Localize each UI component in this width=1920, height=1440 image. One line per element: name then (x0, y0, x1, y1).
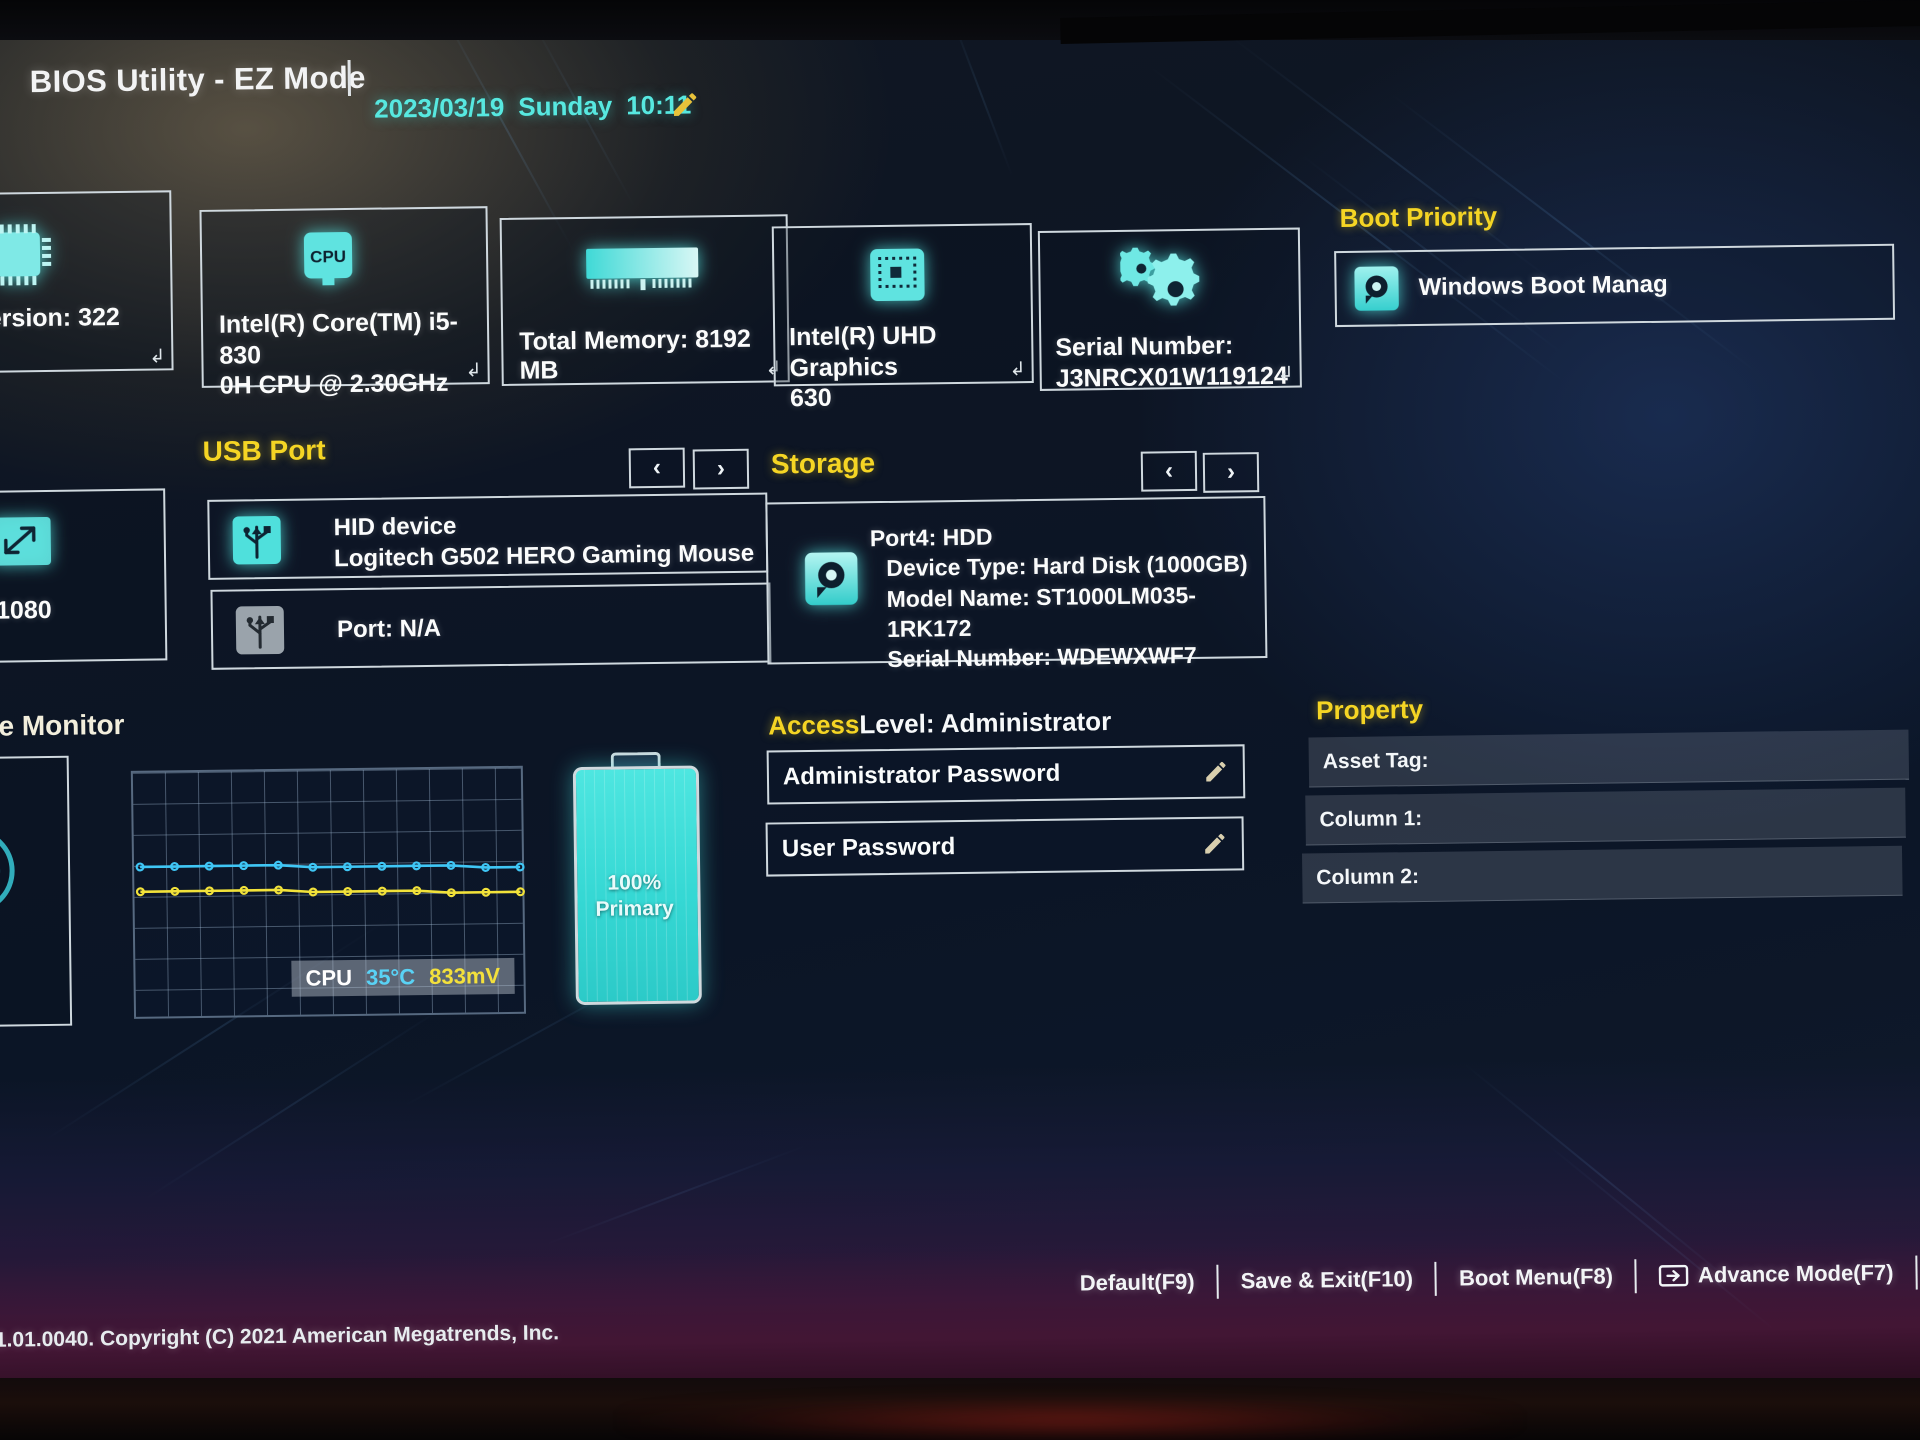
boot-priority-item-label: Windows Boot Manag (1418, 270, 1668, 301)
usb-port-title: USB Port (202, 434, 326, 467)
gpu-grid-icon (866, 244, 929, 305)
administrator-password-field[interactable]: Administrator Password (766, 744, 1246, 805)
advance-mode-icon (1659, 1264, 1689, 1288)
property-row-column-1[interactable]: Column 1: (1305, 787, 1906, 846)
bios-version-panel[interactable]: S Version: 322 ↲ (0, 190, 174, 374)
storage-next-button[interactable]: › (1202, 452, 1260, 493)
cpu-model-line1: Intel(R) Core(TM) i5-830 (218, 307, 459, 370)
usb-icon-active (229, 513, 284, 568)
default-f9-button[interactable]: Default(F9) (1058, 1269, 1217, 1297)
property-row-label: Column 1: (1319, 806, 1423, 831)
boot-menu-f8-button[interactable]: Boot Menu(F8) (1437, 1263, 1635, 1292)
serial-label: Serial Number: (1055, 331, 1234, 362)
bios-screen-wrapper: BIOS Utility - EZ Mode 2023/03/19 Sunday 1… (0, 0, 1920, 1411)
expand-corner-icon: ↲ (465, 360, 482, 382)
storage-device-serial: Serial Number: WDEWXWF7 (887, 642, 1197, 673)
weekday-value: Sunday (518, 90, 613, 122)
monitor-resolution-icon (0, 514, 54, 571)
fan-icon (0, 820, 23, 921)
memory-panel[interactable]: Total Memory: 8192 MB ↲ (499, 214, 790, 386)
display-panel[interactable]: 1920*1080 (0, 488, 168, 664)
battery-state: Primary (595, 897, 674, 922)
hardware-monitor-title: ware Monitor (0, 708, 125, 743)
gears-icon (1120, 247, 1207, 320)
expand-corner-icon: ↲ (149, 346, 166, 368)
usb-device-0[interactable]: HID device Logitech G502 HERO Gaming Mou… (207, 492, 769, 580)
usb-prev-button[interactable]: ‹ (628, 447, 686, 489)
storage-device-model: Model Name: ST1000LM035-1RK172 (886, 581, 1197, 643)
boot-priority-item-0[interactable]: Windows Boot Manag (1334, 243, 1896, 328)
usb-next-button[interactable]: › (692, 448, 750, 490)
monitor-photo: BIOS Utility - EZ Mode 2023/03/19 Sunday 1… (0, 0, 1920, 1440)
pencil-edit-icon[interactable] (1203, 759, 1229, 785)
memory-label: Total Memory: 8192 MB (519, 324, 751, 385)
fan-panel[interactable]: FAN RPM (0, 755, 73, 1028)
storage-prev-button[interactable]: ‹ (1140, 450, 1198, 492)
cpu-voltage-value: 833mV (428, 963, 501, 989)
access-title-bold: Access (768, 709, 860, 741)
pencil-edit-icon[interactable] (1202, 831, 1228, 857)
bios-screen: BIOS Utility - EZ Mode 2023/03/19 Sunday 1… (0, 0, 1920, 1411)
storage-device-0[interactable]: Port4: HDD Device Type: Hard Disk (1000G… (765, 496, 1268, 672)
pencil-edit-icon[interactable] (670, 89, 700, 119)
cpu-icon: CPU (294, 224, 363, 291)
cpu-model-line2: 0H CPU @ 2.30GHz (219, 368, 449, 400)
property-row-label: Asset Tag: (1322, 748, 1429, 773)
administrator-password-label: Administrator Password (782, 759, 1061, 791)
hdd-icon (1350, 262, 1403, 315)
usb-device-1[interactable]: Port: N/A (210, 582, 772, 670)
property-title: Property (1315, 693, 1424, 726)
property-row-column-2[interactable]: Column 2: (1301, 845, 1903, 904)
cpu-readout: CPU 35°C 833mV (291, 957, 515, 997)
graphics-line2: 630 (789, 383, 832, 413)
user-password-label: User Password (781, 833, 956, 863)
display-resolution-label: 1920*1080 (0, 595, 52, 626)
cpu-readout-label: CPU (305, 965, 353, 991)
desk-reflection-glow (620, 1400, 1520, 1440)
chip-icon (0, 222, 54, 289)
expand-corner-icon: ↲ (1009, 359, 1026, 381)
usb-device-0-line2: Logitech G502 HERO Gaming Mouse (333, 539, 755, 573)
save-exit-f10-button[interactable]: Save & Exit(F10) (1218, 1266, 1435, 1295)
memory-dimm-icon (584, 243, 701, 293)
storage-title: Storage (770, 447, 876, 480)
cpu-panel[interactable]: CPU Intel(R) Core(TM) i5-830 0H CPU @ 2.… (199, 206, 490, 400)
serial-value: J3NRCX01W119124 (1055, 361, 1289, 393)
usb-icon-inactive (233, 603, 288, 658)
storage-device-type: Device Type: Hard Disk (1000GB) (886, 550, 1248, 582)
usb-device-1-line1: Port: N/A (336, 614, 442, 644)
battery-percent: 100% (607, 870, 662, 895)
access-level-title: AccessLevel: Administrator (768, 706, 1111, 741)
page-title: BIOS Utility - EZ Mode (29, 59, 367, 100)
graphics-line1: Intel(R) UHD Graphics (789, 321, 937, 382)
advance-mode-label: Advance Mode(F7) (1697, 1259, 1894, 1288)
cpu-monitor-graph: CPU 35°C 833mV (130, 765, 527, 1019)
access-title-rest: Level: Administrator (859, 706, 1112, 740)
date-value: 2023/03/19 (373, 91, 505, 124)
datetime-display[interactable]: 2023/03/19 Sunday 10:11 (374, 89, 706, 124)
property-row-label: Column 2: (1316, 864, 1420, 889)
graphics-panel[interactable]: Intel(R) UHD Graphics 630 ↲ (771, 223, 1034, 412)
advance-mode-f7-button[interactable]: Advance Mode(F7) (1637, 1260, 1916, 1290)
expand-corner-icon: ↲ (1277, 363, 1294, 385)
hdd-icon (800, 547, 863, 610)
header-divider (347, 59, 352, 96)
boot-priority-title: Boot Priority (1339, 200, 1498, 234)
bios-version-label: S Version: 322 (0, 302, 120, 333)
battery-indicator: 100% Primary (572, 751, 702, 1006)
svg-text:CPU: CPU (310, 247, 346, 266)
user-password-field[interactable]: User Password (765, 816, 1245, 877)
fn-divider (1915, 1255, 1918, 1290)
cpu-temp-value: 35°C (365, 964, 416, 990)
property-row-asset-tag[interactable]: Asset Tag: (1308, 729, 1910, 788)
serial-number-panel[interactable]: Serial Number: J3NRCX01W119124 ↲ (1037, 227, 1302, 393)
